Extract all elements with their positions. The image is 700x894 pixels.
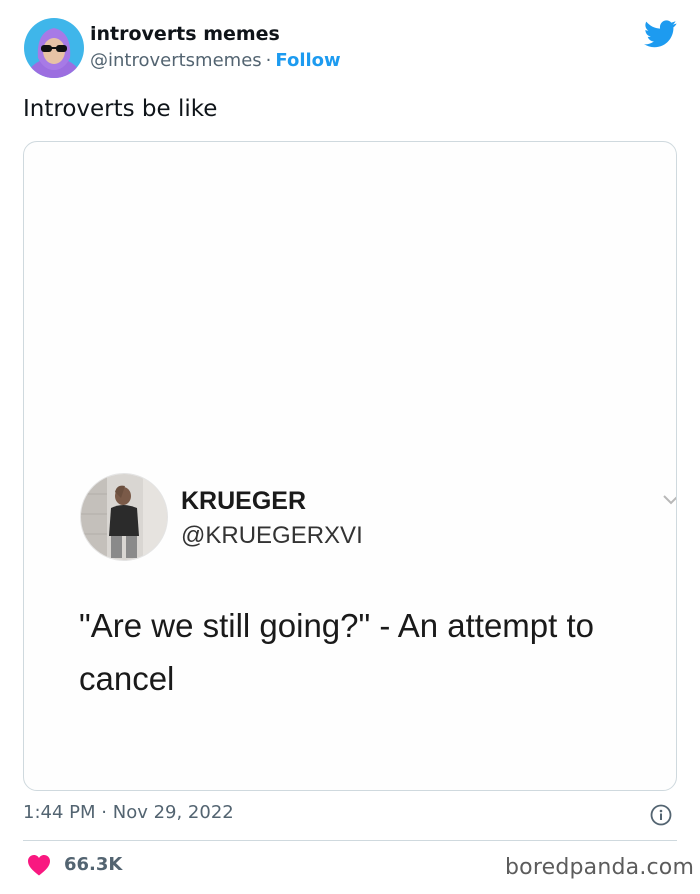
embedded-tweet: introverts memes @introvertsmemes · Follow… [0, 0, 700, 894]
embedded-author-avatar [80, 473, 168, 561]
author-handle-line: @introvertsmemes · Follow [90, 50, 341, 71]
author-avatar[interactable] [24, 18, 84, 78]
tweet-time: 1:44 PM [23, 802, 96, 823]
tweet-date: Nov 29, 2022 [112, 802, 234, 823]
twitter-bird-icon[interactable] [644, 20, 677, 48]
separator: · [101, 802, 107, 823]
tweet-text: Introverts be like [23, 96, 218, 122]
separator: · [265, 50, 272, 71]
watermark: boredpanda.com [505, 855, 695, 880]
heart-icon[interactable] [27, 854, 51, 876]
tweet-timestamp[interactable]: 1:44 PM · Nov 29, 2022 [23, 802, 234, 823]
embedded-author-name: KRUEGER [181, 487, 307, 515]
follow-button[interactable]: Follow [275, 50, 340, 71]
like-count[interactable]: 66.3K [64, 854, 122, 875]
chevron-down-icon [661, 491, 676, 505]
author-name[interactable]: introverts memes [90, 23, 280, 45]
author-handle[interactable]: @introvertsmemes [90, 50, 262, 71]
embedded-author-handle: @KRUEGERXVI [181, 522, 363, 549]
embedded-post-text: "Are we still going?" - An attempt to ca… [79, 607, 595, 697]
divider [23, 840, 677, 841]
info-icon[interactable] [650, 804, 672, 826]
tweet-media[interactable]: KRUEGER @KRUEGERXVI "Are we still going?… [23, 141, 677, 791]
